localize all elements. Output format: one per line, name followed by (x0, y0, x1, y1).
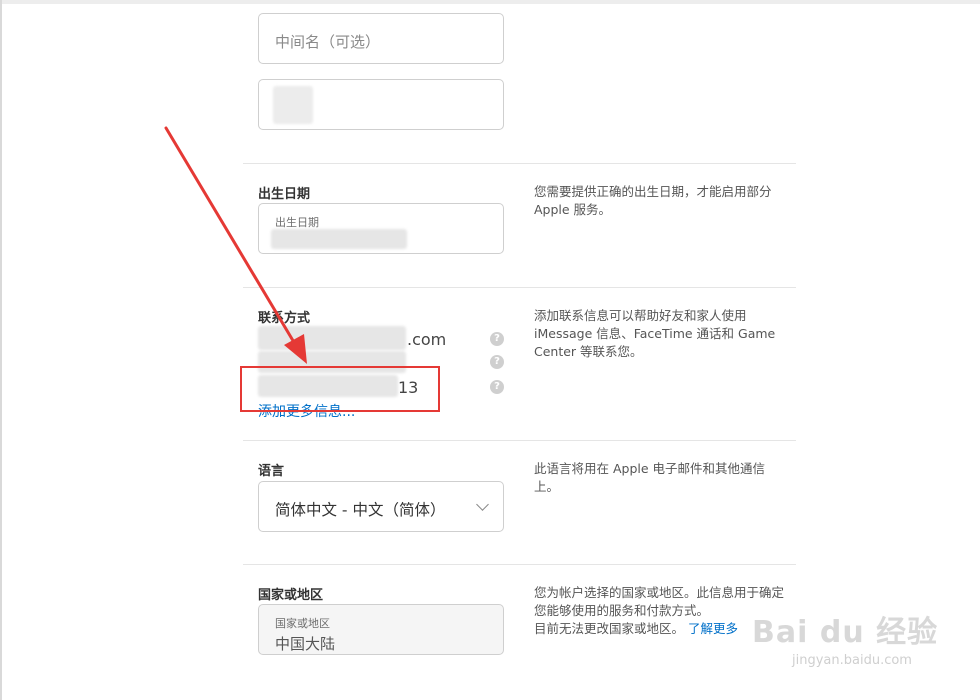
annotation-arrow (164, 126, 307, 364)
baidu-watermark: Bai du 经验 jingyan.baidu.com (752, 607, 939, 668)
watermark-logo: Bai du 经验 (752, 615, 939, 650)
annotation-highlight-box (240, 366, 440, 412)
watermark-url: jingyan.baidu.com (792, 653, 912, 668)
